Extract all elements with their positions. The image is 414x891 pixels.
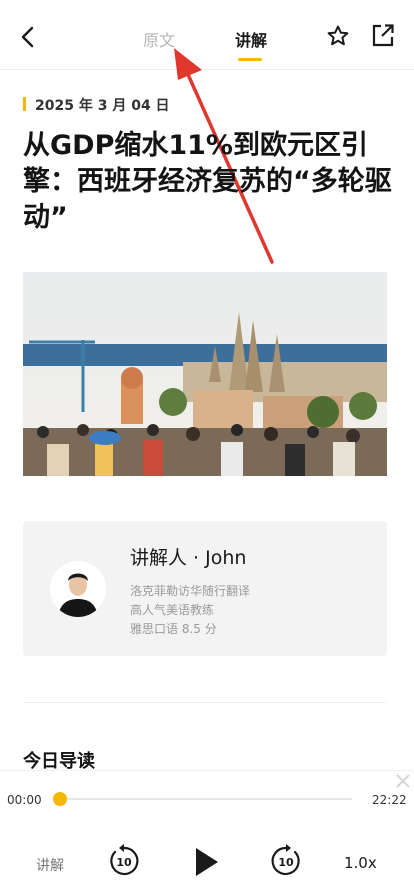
narrator-name: 讲解人 · John — [130, 547, 247, 569]
progress-knob[interactable] — [53, 792, 67, 806]
narrator-credential: 雅思口语 8.5 分 — [130, 622, 217, 636]
current-time: 00:00 — [7, 793, 42, 807]
back-arrow-icon[interactable] — [16, 24, 40, 50]
playback-speed-button[interactable]: 1.0x — [344, 854, 377, 872]
top-navigation-bar: 原文 讲解 — [0, 0, 414, 70]
date-accent-bar — [23, 97, 26, 111]
star-icon[interactable] — [326, 24, 350, 48]
narrator-card[interactable]: 讲解人 · John 洛克菲勒访华随行翻译 高人气美语教练 雅思口语 8.5 分 — [23, 521, 387, 656]
audio-player: 00:00 22:22 讲解 10 10 1.0x — [0, 770, 414, 891]
article-title: 从GDP缩水11%到欧元区引擎：西班牙经济复苏的“多轮驱动” — [23, 130, 392, 233]
share-icon[interactable] — [371, 22, 395, 48]
rewind-seconds: 10 — [116, 856, 132, 869]
forward-seconds: 10 — [278, 856, 294, 869]
tab-original[interactable]: 原文 — [143, 27, 175, 51]
divider — [23, 702, 387, 703]
active-tab-indicator — [238, 58, 262, 61]
play-icon[interactable] — [190, 845, 222, 879]
narrator-credential: 高人气美语教练 — [130, 603, 215, 617]
mode-label[interactable]: 讲解 — [36, 855, 64, 875]
forward-10-icon[interactable]: 10 — [268, 843, 304, 879]
tab-explain[interactable]: 讲解 — [235, 27, 267, 51]
close-icon[interactable] — [395, 773, 411, 789]
article-hero-image — [23, 272, 387, 476]
narrator-credential: 洛克菲勒访华随行翻译 — [130, 584, 251, 598]
rewind-10-icon[interactable]: 10 — [106, 843, 142, 879]
total-time: 22:22 — [372, 793, 407, 807]
article-date: 2025 年 3 月 04 日 — [35, 98, 170, 114]
progress-track[interactable] — [58, 798, 352, 800]
avatar — [50, 561, 106, 617]
